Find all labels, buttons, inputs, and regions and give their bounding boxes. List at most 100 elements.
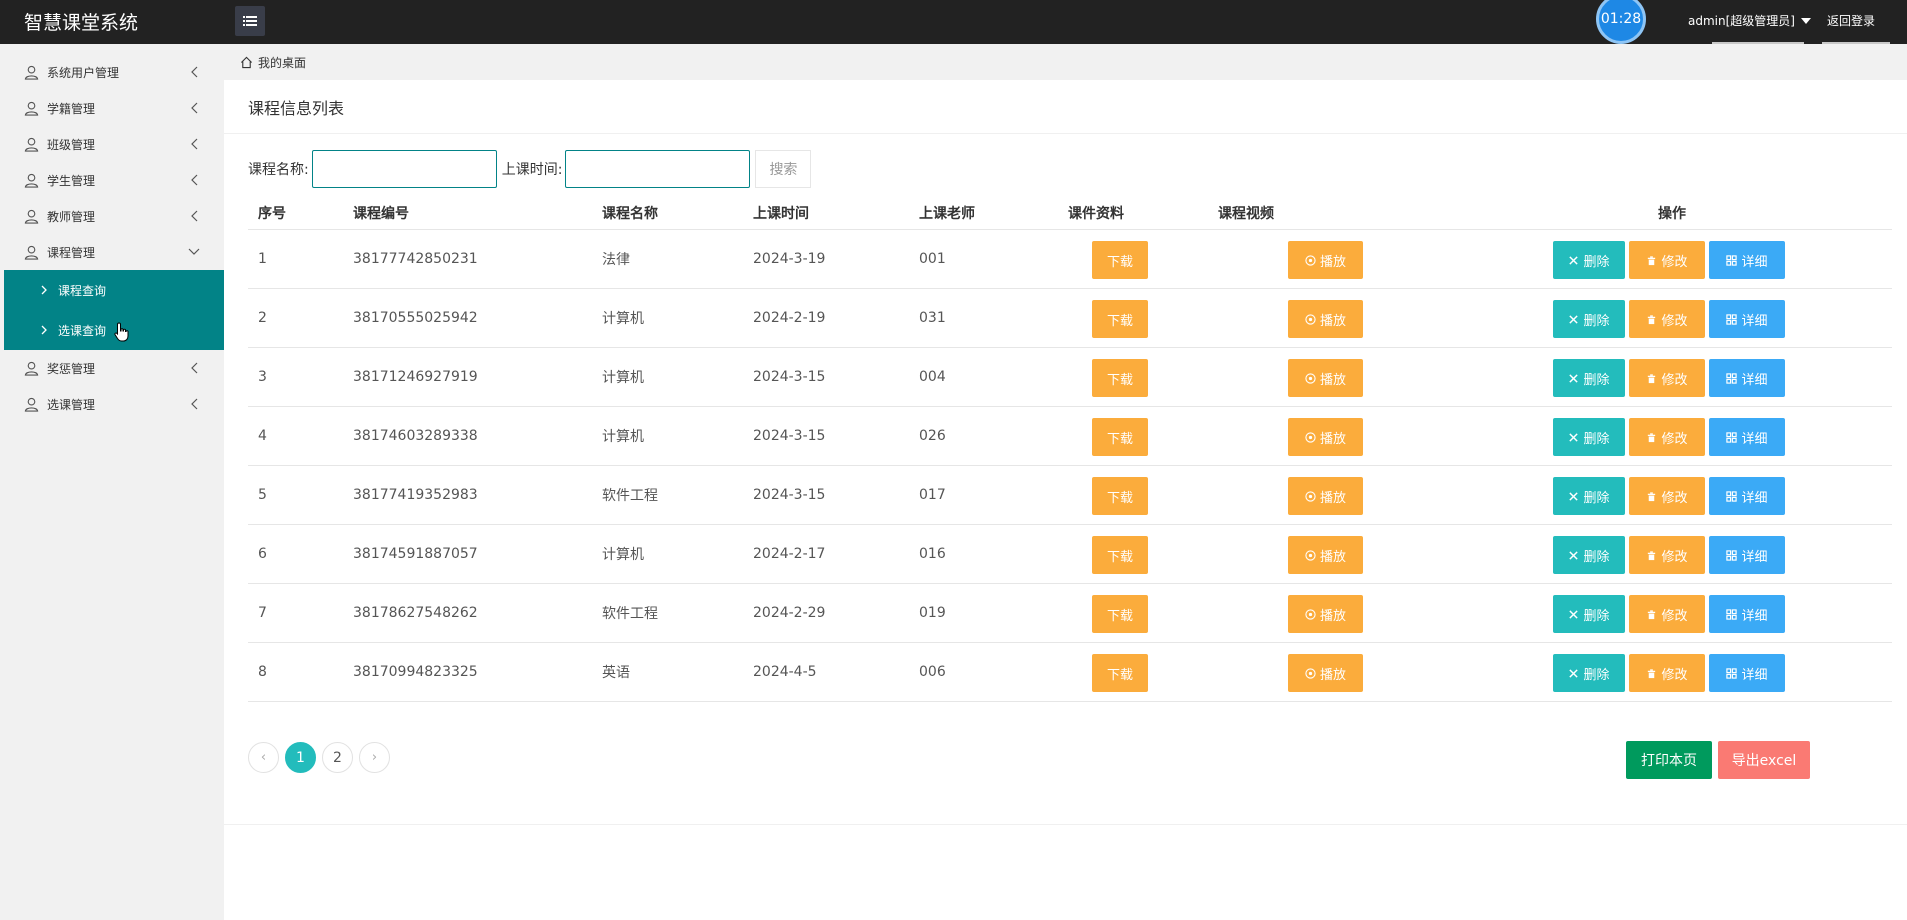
play-label: 播放 (1319, 431, 1346, 447)
download-button[interactable]: 下载 (1092, 477, 1148, 515)
download-button[interactable]: 下载 (1092, 241, 1148, 279)
cell-index: 3 (258, 369, 267, 385)
detail-button[interactable]: 详细 (1709, 654, 1785, 692)
detail-label: 详细 (1741, 667, 1768, 683)
sidebar-item-student-status[interactable]: 学籍管理 (4, 90, 224, 126)
user-icon (24, 361, 39, 376)
course-name-input[interactable] (311, 150, 497, 188)
sidebar-item-teachers[interactable]: 教师管理 (4, 198, 224, 234)
cell-teacher: 016 (919, 546, 946, 562)
close-icon (1569, 314, 1579, 324)
next-page-button[interactable]: › (359, 742, 390, 773)
play-button[interactable]: 播放 (1288, 418, 1363, 456)
table-header: 序号 课程编号 课程名称 上课时间 上课老师 课件资料 课程视频 操作 (248, 196, 1892, 230)
detail-button[interactable]: 详细 (1709, 300, 1785, 338)
sidebar-item-courses[interactable]: 课程管理 (4, 234, 224, 270)
delete-label: 删除 (1583, 549, 1610, 565)
modify-label: 修改 (1661, 313, 1688, 329)
cell-teacher: 017 (919, 487, 946, 503)
detail-button[interactable]: 详细 (1709, 477, 1785, 515)
download-button[interactable]: 下载 (1092, 418, 1148, 456)
play-label: 播放 (1319, 667, 1346, 683)
cell-index: 2 (258, 310, 267, 326)
user-menu[interactable]: admin[超级管理员] (1688, 12, 1811, 29)
cell-code: 38174603289338 (353, 428, 478, 444)
detail-button[interactable]: 详细 (1709, 418, 1785, 456)
column-header-name: 课程名称 (602, 205, 658, 222)
play-button[interactable]: 播放 (1288, 477, 1363, 515)
delete-label: 删除 (1583, 608, 1610, 624)
modify-button[interactable]: 修改 (1629, 359, 1705, 397)
breadcrumb-home[interactable]: 我的桌面 (258, 54, 306, 71)
delete-button[interactable]: 删除 (1553, 536, 1625, 574)
class-time-input[interactable] (565, 150, 751, 188)
modify-button[interactable]: 修改 (1629, 654, 1705, 692)
sidebar-item-system-users[interactable]: 系统用户管理 (4, 54, 224, 90)
trash-icon (1648, 432, 1656, 442)
submenu-item-course-query[interactable]: 课程查询 (4, 270, 224, 310)
cell-name: 法律 (602, 252, 630, 268)
cell-code: 38177419352983 (353, 487, 478, 503)
print-page-button[interactable]: 打印本页 (1626, 741, 1712, 779)
cell-name: 计算机 (602, 370, 644, 386)
logout-link[interactable]: 返回登录 (1827, 12, 1875, 29)
divider (224, 824, 1907, 825)
delete-button[interactable]: 删除 (1553, 418, 1625, 456)
sidebar-item-rewards[interactable]: 奖惩管理 (4, 350, 224, 386)
play-button[interactable]: 播放 (1288, 536, 1363, 574)
delete-label: 删除 (1583, 431, 1610, 447)
prev-page-button[interactable]: ‹ (248, 742, 279, 773)
play-button[interactable]: 播放 (1288, 654, 1363, 692)
play-button[interactable]: 播放 (1288, 359, 1363, 397)
download-button[interactable]: 下载 (1092, 654, 1148, 692)
sidebar-item-label: 学生管理 (47, 173, 96, 188)
export-excel-button[interactable]: 导出excel (1718, 741, 1810, 779)
user-name: admin[超级管理员] (1688, 14, 1795, 28)
page-2-button[interactable]: 2 (322, 742, 353, 773)
play-button[interactable]: 播放 (1288, 241, 1363, 279)
cell-name: 计算机 (602, 547, 644, 563)
grid-icon (1726, 254, 1738, 266)
cell-time: 2024-3-15 (753, 428, 826, 444)
play-button[interactable]: 播放 (1288, 595, 1363, 633)
modify-label: 修改 (1661, 608, 1688, 624)
trash-icon (1648, 314, 1656, 324)
search-button[interactable]: 搜索 (755, 150, 812, 188)
download-button[interactable]: 下载 (1092, 595, 1148, 633)
delete-button[interactable]: 删除 (1553, 300, 1625, 338)
column-header-time: 上课时间 (753, 205, 809, 222)
delete-button[interactable]: 删除 (1553, 654, 1625, 692)
modify-button[interactable]: 修改 (1629, 418, 1705, 456)
delete-button[interactable]: 删除 (1553, 595, 1625, 633)
delete-button[interactable]: 删除 (1553, 477, 1625, 515)
sidebar-item-course-selection[interactable]: 选课管理 (4, 386, 224, 422)
download-button[interactable]: 下载 (1092, 300, 1148, 338)
cell-time: 2024-3-19 (753, 251, 826, 267)
detail-button[interactable]: 详细 (1709, 241, 1785, 279)
sidebar-item-classes[interactable]: 班级管理 (4, 126, 224, 162)
play-label: 播放 (1319, 313, 1346, 329)
delete-button[interactable]: 删除 (1553, 241, 1625, 279)
modify-button[interactable]: 修改 (1629, 536, 1705, 574)
menu-toggle-button[interactable] (235, 6, 265, 36)
modify-button[interactable]: 修改 (1629, 300, 1705, 338)
sidebar-item-label: 奖惩管理 (47, 361, 96, 376)
sidebar-item-students[interactable]: 学生管理 (4, 162, 224, 198)
modify-button[interactable]: 修改 (1629, 241, 1705, 279)
detail-button[interactable]: 详细 (1709, 359, 1785, 397)
delete-button[interactable]: 删除 (1553, 359, 1625, 397)
detail-button[interactable]: 详细 (1709, 595, 1785, 633)
grid-icon (1726, 608, 1738, 620)
modify-button[interactable]: 修改 (1629, 477, 1705, 515)
grid-icon (1726, 372, 1738, 384)
trash-icon (1648, 373, 1656, 383)
download-button[interactable]: 下载 (1092, 536, 1148, 574)
sidebar-item-label: 学籍管理 (47, 101, 96, 116)
cell-time: 2024-3-15 (753, 369, 826, 385)
play-label: 播放 (1319, 254, 1346, 270)
play-button[interactable]: 播放 (1288, 300, 1363, 338)
modify-button[interactable]: 修改 (1629, 595, 1705, 633)
download-button[interactable]: 下载 (1092, 359, 1148, 397)
detail-button[interactable]: 详细 (1709, 536, 1785, 574)
page-1-button[interactable]: 1 (285, 742, 316, 773)
